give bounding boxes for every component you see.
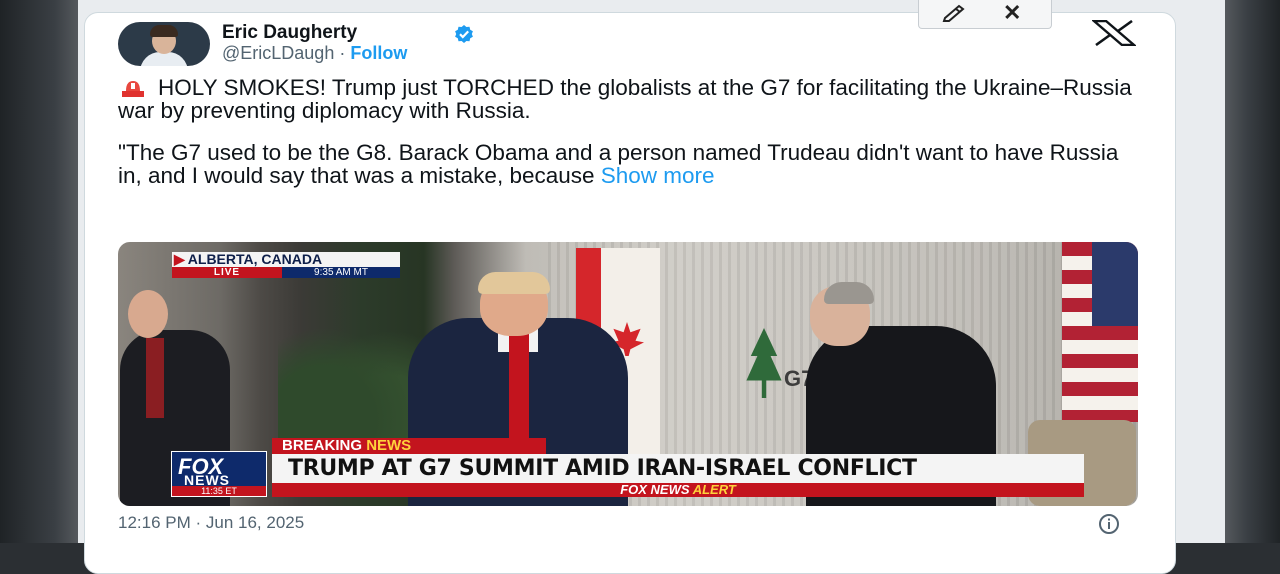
x-logo-icon[interactable] (1092, 20, 1136, 46)
live-badge: LIVE (172, 267, 282, 278)
tweet-text: HOLY SMOKES! Trump just TORCHED the glob… (118, 76, 1148, 187)
avatar[interactable] (118, 22, 210, 66)
fox-clock: 11:35 ET (172, 486, 266, 496)
show-more-link[interactable]: Show more (601, 163, 715, 188)
tweet-paragraph-2: "The G7 used to be the G8. Barack Obama … (118, 141, 1148, 187)
separator-dot: · (339, 43, 346, 63)
broadcast-time: 9:35 AM MT (314, 267, 368, 278)
siren-emoji-icon (122, 81, 144, 97)
tweet-paragraph-1: HOLY SMOKES! Trump just TORCHED the glob… (118, 76, 1148, 122)
device-frame-right (1225, 0, 1280, 543)
close-icon[interactable]: ✕ (1003, 1, 1021, 25)
author-handle-row: @EricLDaugh · Follow (222, 43, 407, 64)
fox-news-logo: FOX NEWS 11:35 ET (171, 451, 267, 497)
breaking-news-banner: BREAKING NEWS (272, 438, 546, 454)
location-label: ALBERTA, CANADA (187, 251, 323, 267)
info-icon[interactable] (1098, 513, 1120, 535)
author-handle[interactable]: @EricLDaugh (222, 43, 334, 63)
chyron-headline: TRUMP AT G7 SUMMIT AMID IRAN-ISRAEL CONF… (272, 454, 1084, 483)
verified-badge-icon (455, 25, 473, 43)
location-bug: ▶ ALBERTA, CANADA LIVE 9:35 AM MT (172, 252, 400, 278)
tweet-text-line-1: HOLY SMOKES! Trump just TORCHED the glob… (118, 75, 1132, 123)
author-name[interactable]: Eric Daugherty (222, 22, 357, 44)
device-frame-left (0, 0, 78, 543)
fox-news-alert-bar: FOX NEWS ALERT (272, 483, 1084, 497)
follow-button[interactable]: Follow (350, 43, 407, 63)
tweet-timestamp[interactable]: 12:16 PM · Jun 16, 2025 (118, 513, 304, 533)
edit-toolbar: ✕ (918, 0, 1052, 29)
pencil-icon[interactable] (941, 4, 967, 22)
